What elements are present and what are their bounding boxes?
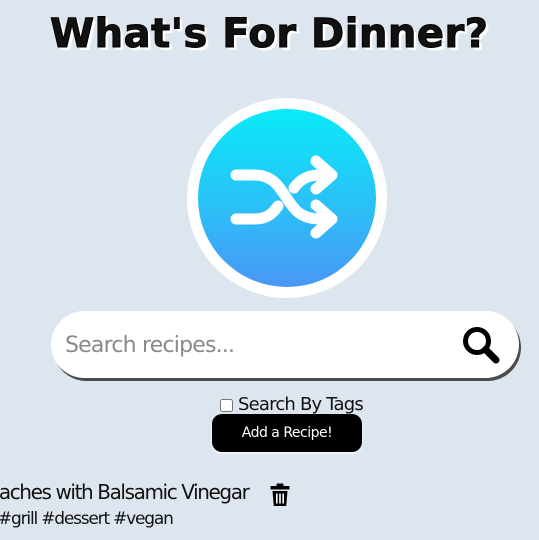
trash-icon[interactable] [269, 483, 291, 507]
search-input[interactable] [63, 319, 447, 371]
search-icon[interactable] [461, 325, 501, 365]
add-recipe-button[interactable]: Add a Recipe! [212, 414, 362, 452]
recipe-tags: #grill #dessert #vegan [0, 509, 174, 529]
shuffle-icon [230, 155, 338, 239]
page-title: What's For Dinner? [50, 11, 489, 58]
search-by-tags-label: Search By Tags [238, 393, 364, 415]
shuffle-button[interactable] [187, 98, 387, 298]
search-bar [51, 311, 519, 378]
shuffle-button-circle [198, 109, 376, 287]
search-by-tags-checkbox[interactable] [220, 398, 233, 412]
recipe-title[interactable]: Peaches with Balsamic Vinegar [0, 480, 250, 504]
